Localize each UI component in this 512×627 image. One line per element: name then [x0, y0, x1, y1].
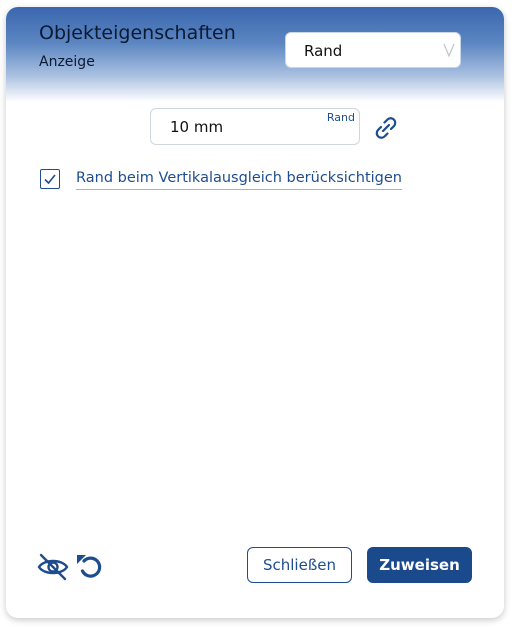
- check-icon: [44, 174, 56, 185]
- category-select-value: Rand: [304, 42, 343, 60]
- category-select[interactable]: Rand: [285, 32, 461, 68]
- margin-input[interactable]: [170, 118, 320, 136]
- vertical-balance-checkbox[interactable]: [40, 169, 60, 189]
- eye-off-icon[interactable]: [36, 550, 70, 584]
- undo-icon[interactable]: [74, 550, 108, 584]
- chevron-down-icon: [442, 42, 456, 58]
- dialog-title: Objekteigenschaften: [39, 22, 236, 44]
- assign-button[interactable]: Zuweisen: [367, 547, 472, 583]
- properties-dialog: Objekteigenschaften Anzeige Rand Rand Ra…: [6, 7, 504, 618]
- dialog-subtitle: Anzeige: [39, 54, 95, 70]
- vertical-balance-label[interactable]: Rand beim Vertikalausgleich berücksichti…: [76, 170, 402, 190]
- margin-field-label: Rand: [326, 111, 355, 124]
- close-button[interactable]: Schließen: [247, 547, 352, 583]
- link-icon[interactable]: [371, 113, 401, 143]
- margin-field[interactable]: Rand: [150, 108, 360, 145]
